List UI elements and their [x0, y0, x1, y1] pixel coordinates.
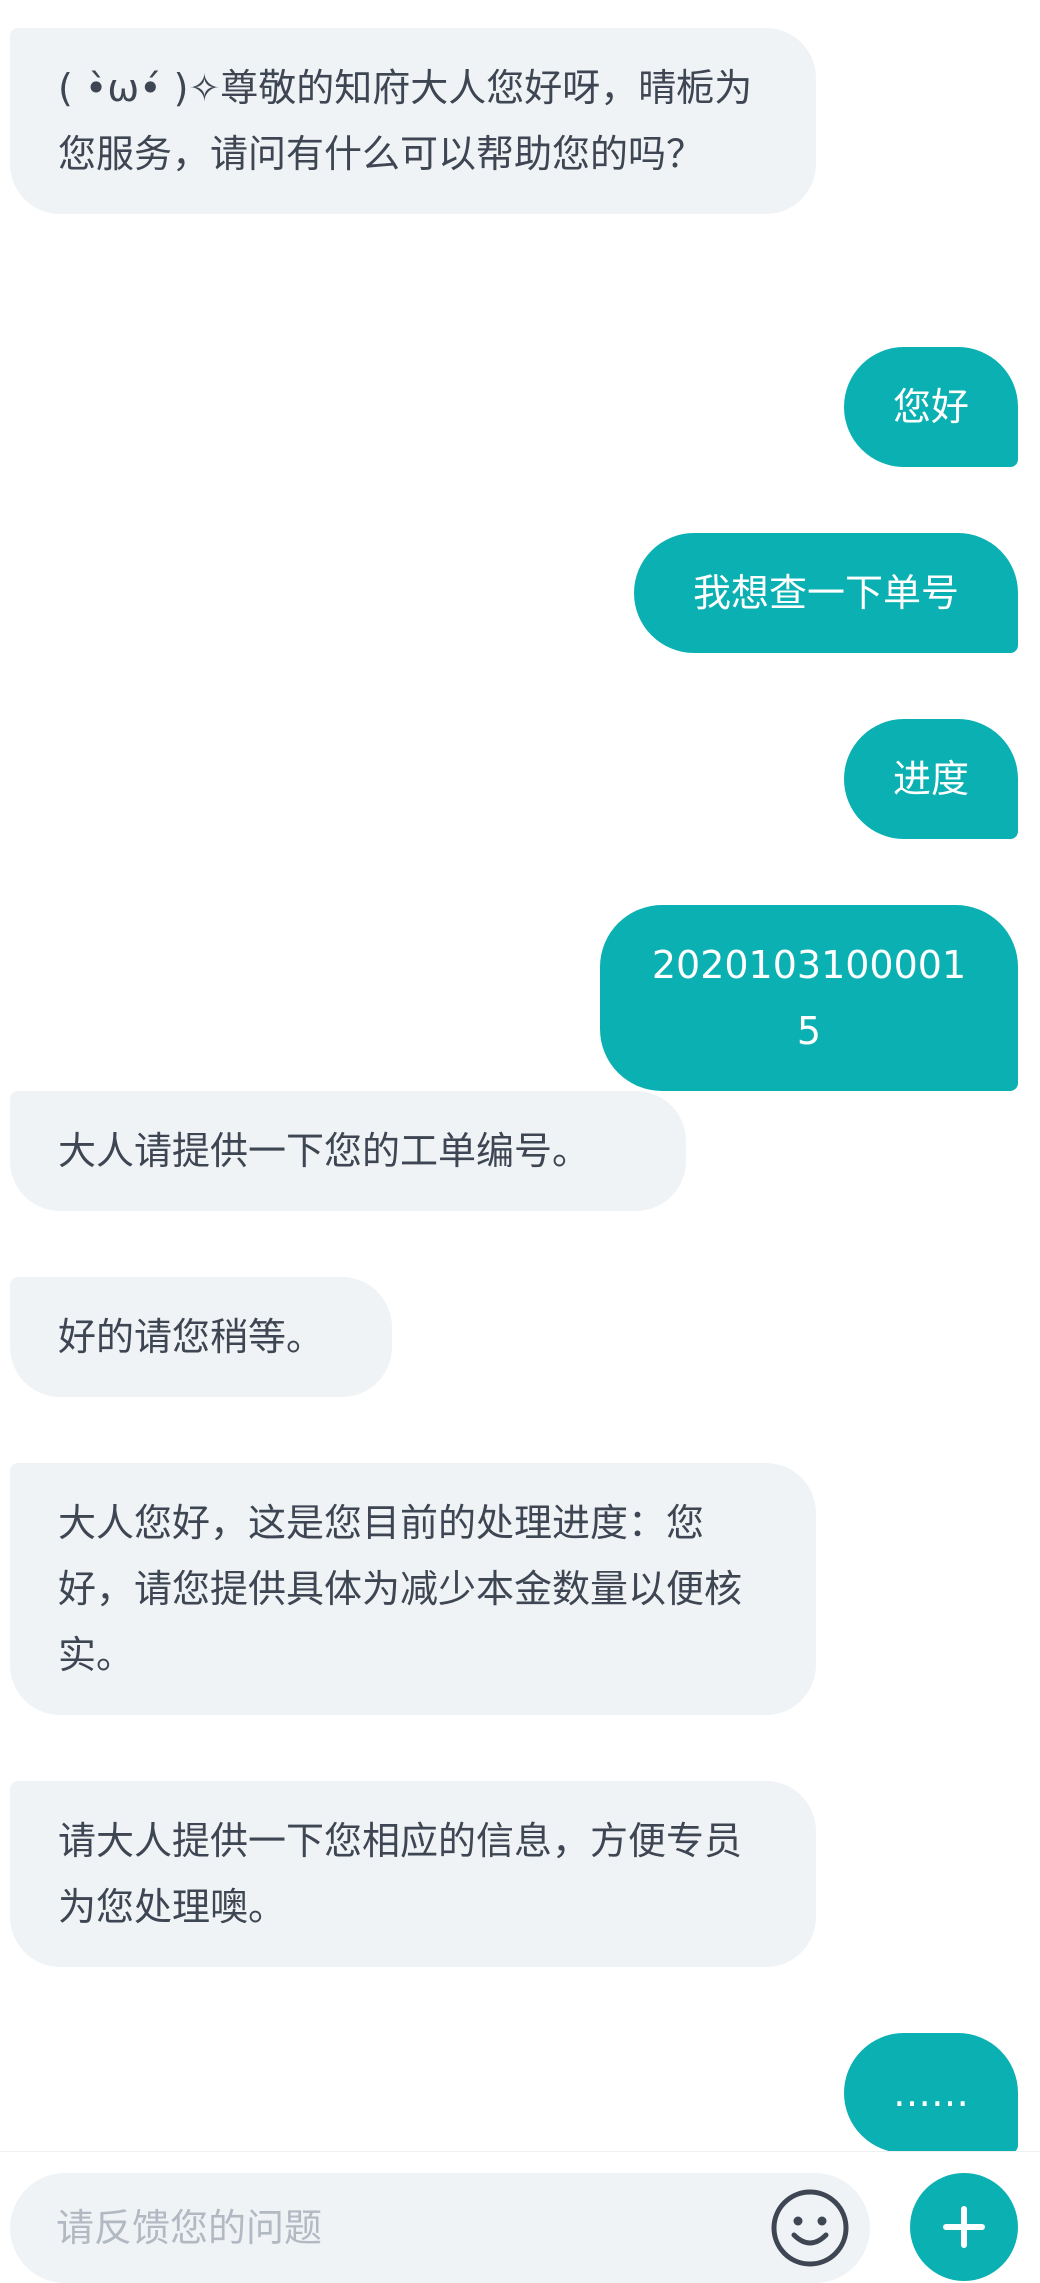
bot-message: 请大人提供一下您相应的信息，方便专员为您处理噢。 — [10, 1781, 816, 1967]
plus-icon — [943, 2206, 985, 2248]
message-input[interactable] — [56, 2173, 756, 2283]
bot-message: 好的请您稍等。 — [10, 1277, 392, 1397]
bot-message: ( •̀ω•́ )✧尊敬的知府大人您好呀，晴栀为您服务，请问有什么可以帮助您的吗… — [10, 28, 816, 214]
add-attachment-button[interactable] — [910, 2173, 1018, 2281]
user-message: 我想查一下单号 — [634, 533, 1018, 653]
bot-message: 大人您好，这是您目前的处理进度：您好，请您提供具体为减少本金数量以便核实。 — [10, 1463, 816, 1715]
message-input-container — [10, 2173, 870, 2283]
chat-message-list[interactable]: ( •̀ω•́ )✧尊敬的知府大人您好呀，晴栀为您服务，请问有什么可以帮助您的吗… — [0, 0, 1040, 2151]
user-message: 进度 — [844, 719, 1018, 839]
emoji-button[interactable] — [767, 2185, 853, 2271]
user-message: 20201031000015 — [600, 905, 1018, 1091]
input-bar — [0, 2151, 1040, 2283]
user-message: …… — [844, 2033, 1018, 2151]
bot-message: 大人请提供一下您的工单编号。 — [10, 1091, 686, 1211]
smiley-face-icon — [771, 2189, 849, 2267]
user-message: 您好 — [844, 347, 1018, 467]
